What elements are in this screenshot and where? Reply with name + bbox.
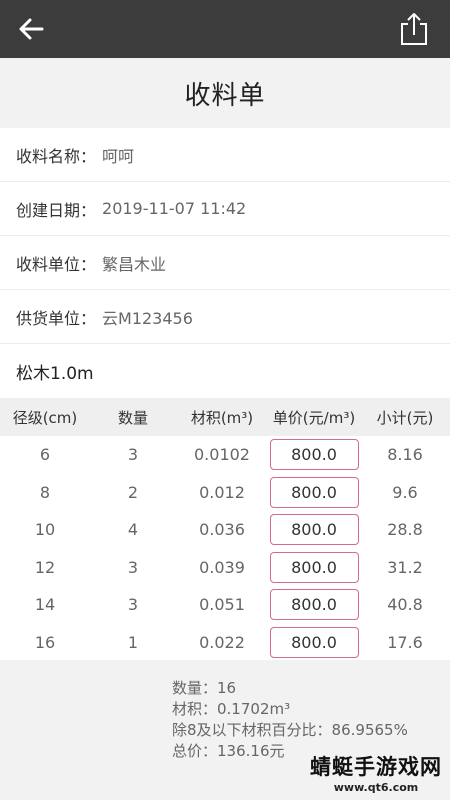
share-icon[interactable] [398, 11, 430, 47]
cell-diameter: 14 [34, 595, 56, 615]
watermark-url: www.qt6.com [333, 781, 419, 794]
cell-quantity: 1 [127, 632, 139, 652]
cell-subtotal: 9.6 [392, 482, 418, 502]
summary-volume: 材积：0.1702m³ [172, 700, 291, 718]
table-row: 6 3 0.0102 800.0 8.16 [0, 436, 450, 474]
unit-price-input[interactable]: 800.0 [269, 626, 359, 658]
unit-price-input[interactable]: 800.0 [269, 514, 359, 546]
info-row-receiving-unit: 收料单位： 繁昌木业 [0, 236, 450, 290]
unit-price-input[interactable]: 800.0 [269, 476, 359, 508]
table-row: 12 3 0.039 800.0 31.2 [0, 549, 450, 587]
top-app-bar [0, 0, 450, 58]
info-section: 收料名称： 呵呵 创建日期： 2019-11-07 11:42 收料单位： 繁昌… [0, 128, 450, 344]
cell-subtotal: 31.2 [387, 557, 423, 577]
info-value: 繁昌木业 [102, 254, 167, 274]
cell-volume: 0.036 [199, 520, 245, 540]
summary-percent: 除8及以下材积百分比：86.9565% [172, 721, 408, 739]
unit-price-input[interactable]: 800.0 [269, 551, 359, 583]
back-arrow-icon[interactable] [14, 12, 48, 46]
info-value: 2019-11-07 11:42 [102, 199, 247, 218]
info-label: 收料名称： [16, 146, 97, 166]
cell-subtotal: 17.6 [387, 632, 423, 652]
header-quantity: 数量 [117, 408, 148, 427]
table-header: 径级(cm) 数量 材积(m³) 单价(元/m³) 小计(元) [0, 398, 450, 436]
cell-volume: 0.012 [199, 482, 245, 502]
info-row-created-date: 创建日期： 2019-11-07 11:42 [0, 182, 450, 236]
unit-price-input[interactable]: 800.0 [269, 589, 359, 621]
summary-count: 数量：16 [172, 679, 237, 697]
cell-subtotal: 8.16 [387, 445, 423, 465]
table-row: 8 2 0.012 800.0 9.6 [0, 474, 450, 512]
cell-quantity: 4 [127, 520, 139, 540]
cell-subtotal: 40.8 [387, 595, 423, 615]
table-body: 6 3 0.0102 800.0 8.16 8 2 0.012 800.0 9.… [0, 436, 450, 660]
cell-diameter: 16 [34, 632, 56, 652]
cell-diameter: 12 [34, 557, 56, 577]
table-row: 10 4 0.036 800.0 28.8 [0, 511, 450, 549]
cell-quantity: 2 [127, 482, 139, 502]
unit-price-input[interactable]: 800.0 [269, 439, 359, 471]
header-unit-price: 单价(元/m³) [272, 408, 356, 427]
header-subtotal: 小计(元) [376, 408, 434, 427]
cell-diameter: 6 [39, 445, 51, 465]
cell-diameter: 10 [34, 520, 56, 540]
info-value: 云M123456 [102, 308, 193, 328]
header-volume: 材积(m³) [190, 408, 254, 427]
cell-volume: 0.051 [199, 595, 245, 615]
info-label: 创建日期： [16, 200, 97, 220]
cell-volume: 0.039 [199, 557, 245, 577]
info-value: 呵呵 [102, 146, 135, 166]
info-label: 收料单位： [16, 254, 97, 274]
cell-quantity: 3 [127, 557, 139, 577]
watermark: 蜻蜓手游戏网 www.qt6.com [310, 751, 442, 794]
info-row-supplier: 供货单位： 云M123456 [0, 290, 450, 344]
watermark-title: 蜻蜓手游戏网 [310, 755, 442, 779]
header-diameter: 径级(cm) [12, 408, 78, 427]
cell-subtotal: 28.8 [387, 520, 423, 540]
summary-section: 数量：16 材积：0.1702m³ 除8及以下材积百分比：86.9565% 总价… [0, 660, 450, 800]
table-row: 14 3 0.051 800.0 40.8 [0, 586, 450, 624]
cell-quantity: 3 [127, 595, 139, 615]
info-row-material-name: 收料名称： 呵呵 [0, 128, 450, 182]
page-title: 收料单 [184, 80, 266, 111]
product-name: 松木1.0m [0, 344, 450, 398]
title-band: 收料单 [0, 58, 450, 128]
summary-lines: 数量：16 材积：0.1702m³ 除8及以下材积百分比：86.9565% 总价… [172, 678, 408, 762]
table-row: 16 1 0.022 800.0 17.6 [0, 624, 450, 662]
cell-diameter: 8 [39, 482, 51, 502]
cell-quantity: 3 [127, 445, 139, 465]
cell-volume: 0.0102 [194, 445, 250, 465]
cell-volume: 0.022 [199, 632, 245, 652]
info-label: 供货单位： [16, 308, 97, 328]
